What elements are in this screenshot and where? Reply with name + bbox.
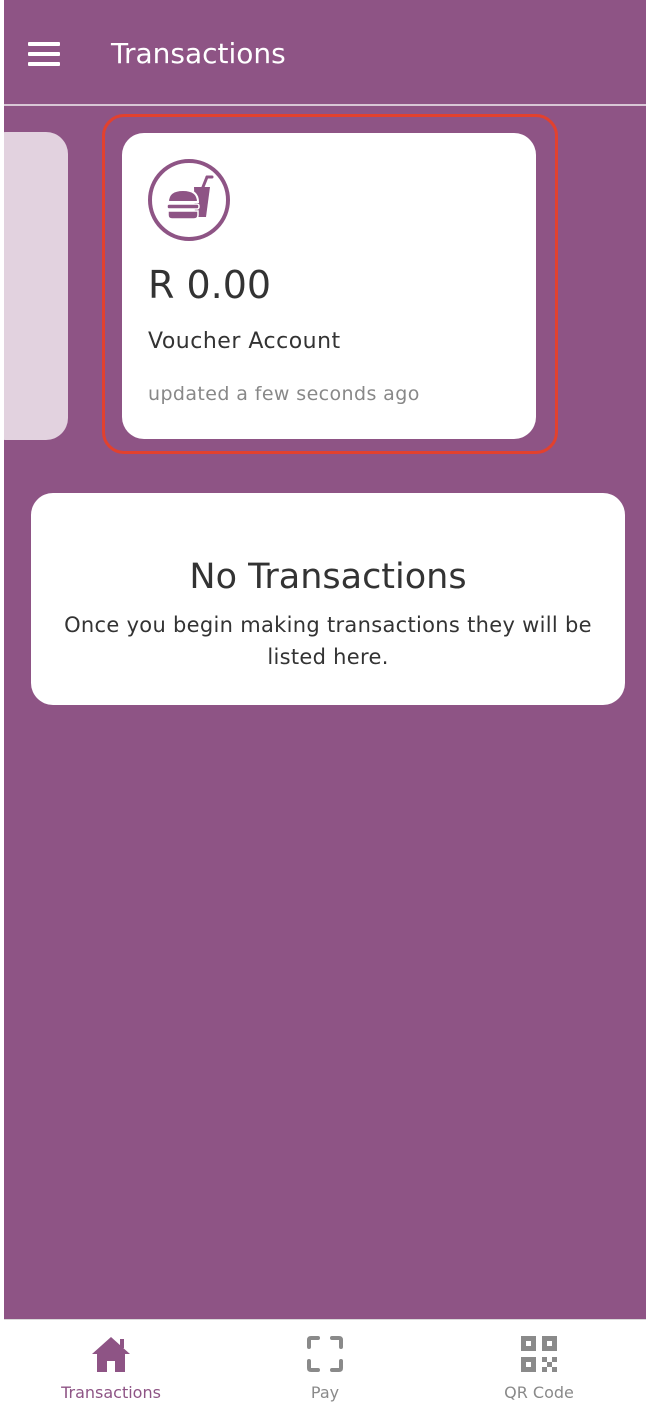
nav-item-pay[interactable]: Pay — [218, 1320, 432, 1403]
nav-item-qr-code[interactable]: QR Code — [432, 1320, 646, 1403]
page-title: Transactions — [111, 37, 286, 70]
nav-label-pay: Pay — [310, 1383, 340, 1402]
qr-code-icon — [521, 1336, 557, 1372]
fast-food-icon — [148, 159, 230, 241]
account-balance: R 0.00 — [148, 263, 272, 307]
empty-state-message: Once you begin making transactions they … — [64, 613, 592, 669]
app-screen: Transactions R 0.00 Voucher Account upda… — [4, 0, 646, 1402]
bottom-navigation: Transactions Pay QR Code — [4, 1319, 646, 1403]
home-icon — [92, 1337, 130, 1372]
app-bar: Transactions — [4, 0, 646, 106]
account-name: Voucher Account — [148, 329, 341, 354]
nav-label-transactions: Transactions — [61, 1383, 161, 1402]
scan-icon — [307, 1336, 343, 1372]
hamburger-menu-icon — [28, 42, 60, 46]
empty-state-card: No Transactions Once you begin making tr… — [31, 493, 625, 705]
last-updated-text: updated a few seconds ago — [148, 383, 420, 405]
empty-state-title: No Transactions — [189, 557, 467, 597]
nav-item-transactions[interactable]: Transactions — [4, 1320, 218, 1403]
voucher-account-card[interactable]: R 0.00 Voucher Account updated a few sec… — [122, 133, 536, 439]
nav-label-qr-code: QR Code — [504, 1383, 574, 1402]
previous-account-card[interactable] — [4, 132, 68, 440]
menu-button[interactable] — [24, 36, 64, 72]
